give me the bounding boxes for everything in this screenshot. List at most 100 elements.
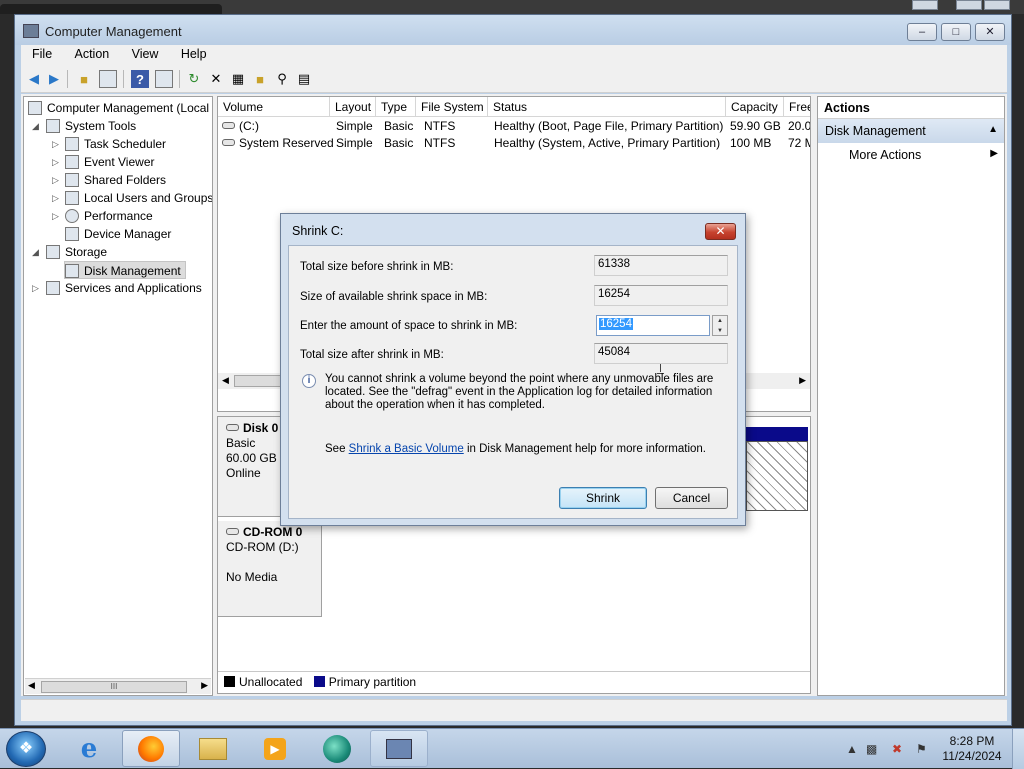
- table-row[interactable]: (C:) Simple Basic NTFS Healthy (Boot, Pa…: [218, 118, 810, 135]
- expand-icon[interactable]: ▷: [52, 135, 62, 153]
- total-before-value: 61338: [594, 255, 728, 276]
- clock-date: 11/24/2024: [942, 749, 1002, 763]
- refresh-icon[interactable]: ↻: [185, 70, 203, 88]
- open-icon[interactable]: ■: [251, 70, 269, 88]
- shrink-button[interactable]: Shrink: [559, 487, 647, 509]
- col-layout[interactable]: Layout: [330, 97, 376, 117]
- col-file-system[interactable]: File System: [416, 97, 488, 117]
- tree-device-manager[interactable]: Device Manager: [65, 225, 171, 243]
- collapse-up-icon[interactable]: ▲: [988, 124, 998, 135]
- forward-arrow-icon[interactable]: ▶: [45, 70, 63, 88]
- show-hide-action-pane-icon[interactable]: [155, 70, 173, 88]
- collapse-icon[interactable]: ◢: [32, 117, 42, 135]
- expand-icon[interactable]: ▷: [32, 279, 42, 297]
- delete-icon[interactable]: ✕: [207, 70, 225, 88]
- col-free[interactable]: Free: [784, 97, 810, 117]
- show-hide-tree-icon[interactable]: [99, 70, 117, 88]
- volume-muted-icon[interactable]: ✖: [892, 742, 902, 756]
- scroll-thumb[interactable]: III: [41, 681, 187, 693]
- shrink-amount-stepper[interactable]: ▲ ▼: [712, 315, 728, 336]
- tree-event-viewer[interactable]: Event Viewer: [65, 153, 154, 171]
- computer-management-icon[interactable]: [370, 730, 428, 767]
- hard-disk-icon: [226, 424, 239, 431]
- cell-file-system: NTFS: [424, 136, 456, 150]
- storage-icon: [46, 245, 60, 259]
- tree-horizontal-scrollbar[interactable]: ◀ III ▶: [25, 678, 211, 694]
- tree-disk-management[interactable]: Disk Management: [64, 261, 186, 279]
- collapse-icon[interactable]: ◢: [32, 243, 42, 261]
- cell-volume: System Reserved: [222, 136, 334, 150]
- show-hidden-icons-icon[interactable]: ▲: [846, 742, 858, 756]
- maximize-button[interactable]: □: [941, 23, 971, 41]
- tree-system-tools[interactable]: System Tools: [46, 117, 136, 135]
- properties-icon[interactable]: ▦: [229, 70, 247, 88]
- total-before-label: Total size before shrink in MB:: [300, 261, 454, 273]
- menu-view[interactable]: View: [121, 45, 167, 61]
- network-icon[interactable]: ▩: [866, 742, 877, 756]
- scroll-right-icon[interactable]: ▶: [799, 375, 806, 386]
- background-maximize-button[interactable]: [956, 0, 982, 10]
- background-close-button[interactable]: [984, 0, 1010, 10]
- shrink-note: You cannot shrink a volume beyond the po…: [325, 373, 714, 411]
- firefox-icon[interactable]: [122, 730, 180, 767]
- dialog-title: Shrink C:: [292, 224, 344, 238]
- background-minimize-button[interactable]: [912, 0, 938, 10]
- media-player-icon[interactable]: ▶: [246, 730, 304, 767]
- expand-icon[interactable]: ▷: [52, 153, 62, 171]
- scroll-right-icon[interactable]: ▶: [201, 680, 208, 691]
- start-button[interactable]: ❖: [6, 731, 46, 767]
- clock-icon: [65, 137, 79, 151]
- tree-root[interactable]: Computer Management (Local: [28, 99, 209, 117]
- search-icon[interactable]: ⚲: [273, 70, 291, 88]
- help-line: See Shrink a Basic Volume in Disk Manage…: [325, 443, 706, 455]
- action-center-flag-icon[interactable]: ⚑: [916, 742, 927, 756]
- browser-icon[interactable]: [308, 730, 366, 767]
- expand-icon[interactable]: ▷: [52, 207, 62, 225]
- spin-up-icon[interactable]: ▲: [713, 316, 727, 326]
- clock[interactable]: 8:28 PM 11/24/2024: [936, 734, 1008, 764]
- tree-services-applications[interactable]: Services and Applications: [46, 279, 202, 297]
- close-button[interactable]: ✕: [975, 23, 1005, 41]
- expand-icon[interactable]: ▷: [52, 189, 62, 207]
- up-folder-icon[interactable]: ■: [75, 70, 93, 88]
- tree-storage[interactable]: Storage: [46, 243, 107, 261]
- cdrom-info[interactable]: CD-ROM 0 CD-ROM (D:) No Media: [218, 521, 322, 617]
- actions-section-disk-management[interactable]: Disk Management ▲: [818, 119, 1004, 143]
- tree-shared-folders[interactable]: Shared Folders: [65, 171, 166, 189]
- internet-explorer-icon[interactable]: e: [60, 730, 118, 767]
- table-row[interactable]: System Reserved Simple Basic NTFS Health…: [218, 135, 810, 152]
- title-bar[interactable]: Computer Management – □ ✕: [15, 15, 1011, 45]
- windows-explorer-icon[interactable]: [184, 730, 242, 767]
- expand-icon[interactable]: ▷: [52, 171, 62, 189]
- tree-performance[interactable]: Performance: [65, 207, 153, 225]
- export-icon[interactable]: ▤: [295, 70, 313, 88]
- menu-file[interactable]: File: [21, 45, 60, 61]
- scroll-left-icon[interactable]: ◀: [222, 375, 229, 386]
- dialog-body: Total size before shrink in MB: 61338 Si…: [288, 245, 738, 519]
- cancel-button[interactable]: Cancel: [655, 487, 728, 509]
- help-icon[interactable]: ?: [131, 70, 149, 88]
- shrink-amount-input[interactable]: 16254: [596, 315, 710, 336]
- dialog-close-button[interactable]: ✕: [705, 223, 736, 240]
- shrink-help-link[interactable]: Shrink a Basic Volume: [349, 443, 464, 455]
- tree-local-users[interactable]: Local Users and Groups: [65, 189, 212, 207]
- minimize-button[interactable]: –: [907, 23, 937, 41]
- more-actions[interactable]: More Actions ▶: [818, 143, 1004, 167]
- menu-action[interactable]: Action: [64, 45, 118, 61]
- col-type[interactable]: Type: [376, 97, 416, 117]
- col-volume[interactable]: Volume: [218, 97, 330, 117]
- col-status[interactable]: Status: [488, 97, 726, 117]
- back-arrow-icon[interactable]: ◀: [25, 70, 43, 88]
- spin-down-icon[interactable]: ▼: [713, 326, 727, 336]
- cdrom-state: No Media: [226, 570, 278, 584]
- primary-swatch: [313, 676, 325, 687]
- background-window: [0, 4, 222, 14]
- partition-c-selected[interactable]: [746, 441, 808, 511]
- show-desktop-button[interactable]: [1012, 729, 1024, 769]
- cell-capacity: 100 MB: [730, 136, 772, 150]
- cdrom-type: CD-ROM (D:): [226, 540, 299, 554]
- col-capacity[interactable]: Capacity: [726, 97, 784, 117]
- scroll-left-icon[interactable]: ◀: [28, 680, 35, 691]
- tree-task-scheduler[interactable]: Task Scheduler: [65, 135, 166, 153]
- menu-help[interactable]: Help: [170, 45, 215, 61]
